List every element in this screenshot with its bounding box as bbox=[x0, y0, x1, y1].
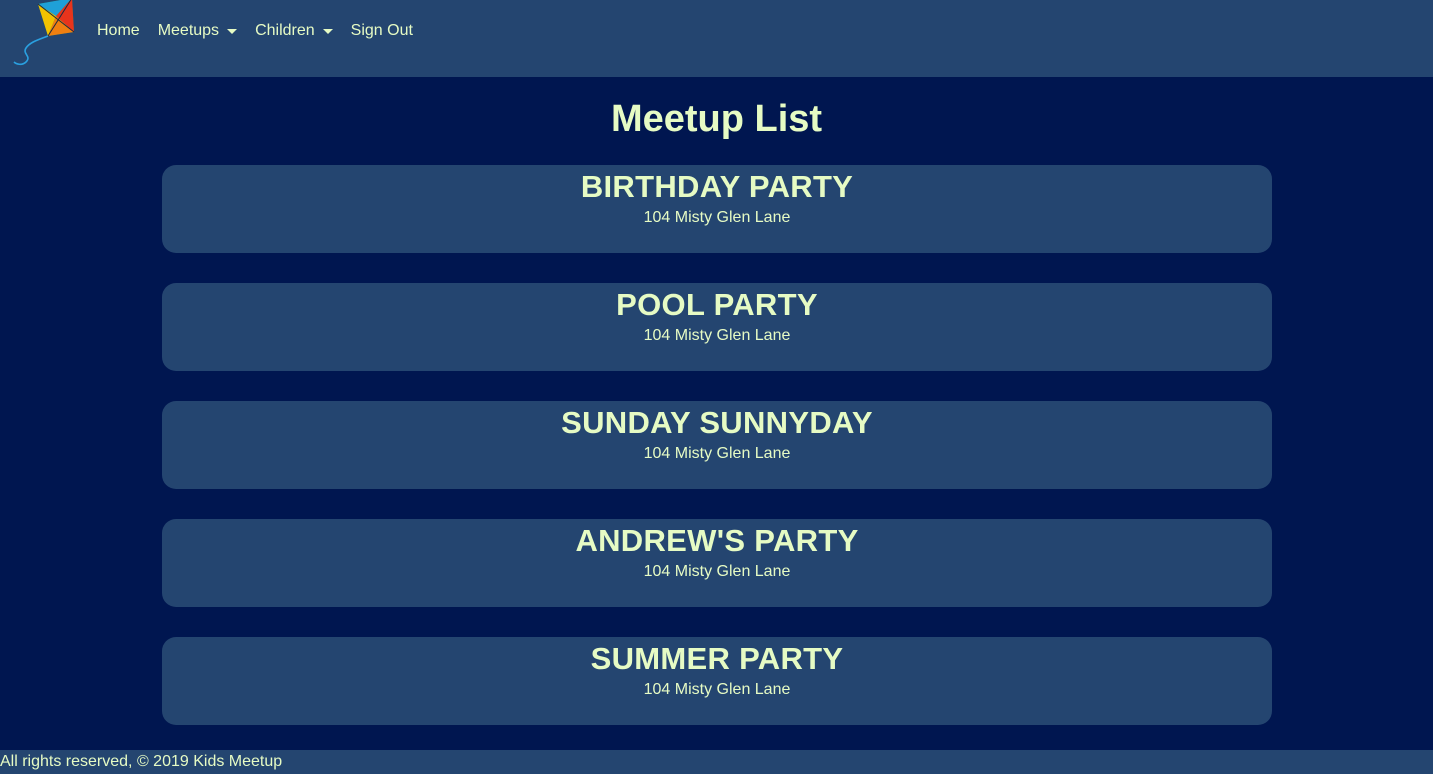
meetup-card[interactable]: BIRTHDAY PARTY 104 Misty Glen Lane bbox=[162, 165, 1272, 253]
footer-copyright: All rights reserved, © 2019 Kids Meetup bbox=[0, 753, 283, 770]
nav-sign-out-link[interactable]: Sign Out bbox=[351, 20, 413, 42]
meetup-card[interactable]: SUNDAY SUNNYDAY 104 Misty Glen Lane bbox=[162, 401, 1272, 489]
meetup-title: ANDREW'S PARTY bbox=[575, 523, 859, 558]
kite-icon[interactable] bbox=[8, 0, 80, 68]
meetup-address: 104 Misty Glen Lane bbox=[643, 209, 791, 226]
meetup-address: 104 Misty Glen Lane bbox=[643, 681, 791, 698]
meetup-card[interactable]: POOL PARTY 104 Misty Glen Lane bbox=[162, 283, 1272, 371]
nav-home-label: Home bbox=[97, 22, 140, 39]
navbar: Home Meetups Children Sign Out bbox=[0, 0, 1433, 77]
meetup-card[interactable]: SUMMER PARTY 104 Misty Glen Lane bbox=[162, 637, 1272, 725]
footer: All rights reserved, © 2019 Kids Meetup bbox=[0, 750, 1433, 774]
meetup-address: 104 Misty Glen Lane bbox=[643, 327, 791, 344]
nav-meetups-label: Meetups bbox=[157, 22, 220, 39]
meetup-title: SUNDAY SUNNYDAY bbox=[561, 405, 873, 440]
caret-down-icon bbox=[227, 28, 238, 34]
meetup-title: SUMMER PARTY bbox=[590, 641, 844, 676]
meetup-address: 104 Misty Glen Lane bbox=[643, 563, 791, 580]
nav-children-label: Children bbox=[255, 22, 315, 39]
meetup-title: POOL PARTY bbox=[616, 287, 818, 322]
meetup-card[interactable]: ANDREW'S PARTY 104 Misty Glen Lane bbox=[162, 519, 1272, 607]
caret-down-icon bbox=[322, 28, 333, 34]
nav-meetups-dropdown[interactable]: Meetups bbox=[157, 20, 238, 42]
meetup-address: 104 Misty Glen Lane bbox=[643, 445, 791, 462]
nav-home-link[interactable]: Home bbox=[97, 20, 140, 42]
nav-children-dropdown[interactable]: Children bbox=[255, 20, 333, 42]
nav-sign-out-label: Sign Out bbox=[350, 22, 413, 39]
main-nav: Home Meetups Children Sign Out bbox=[97, 20, 431, 42]
meetup-title: BIRTHDAY PARTY bbox=[580, 169, 854, 204]
page-title: Meetup List bbox=[610, 98, 823, 140]
